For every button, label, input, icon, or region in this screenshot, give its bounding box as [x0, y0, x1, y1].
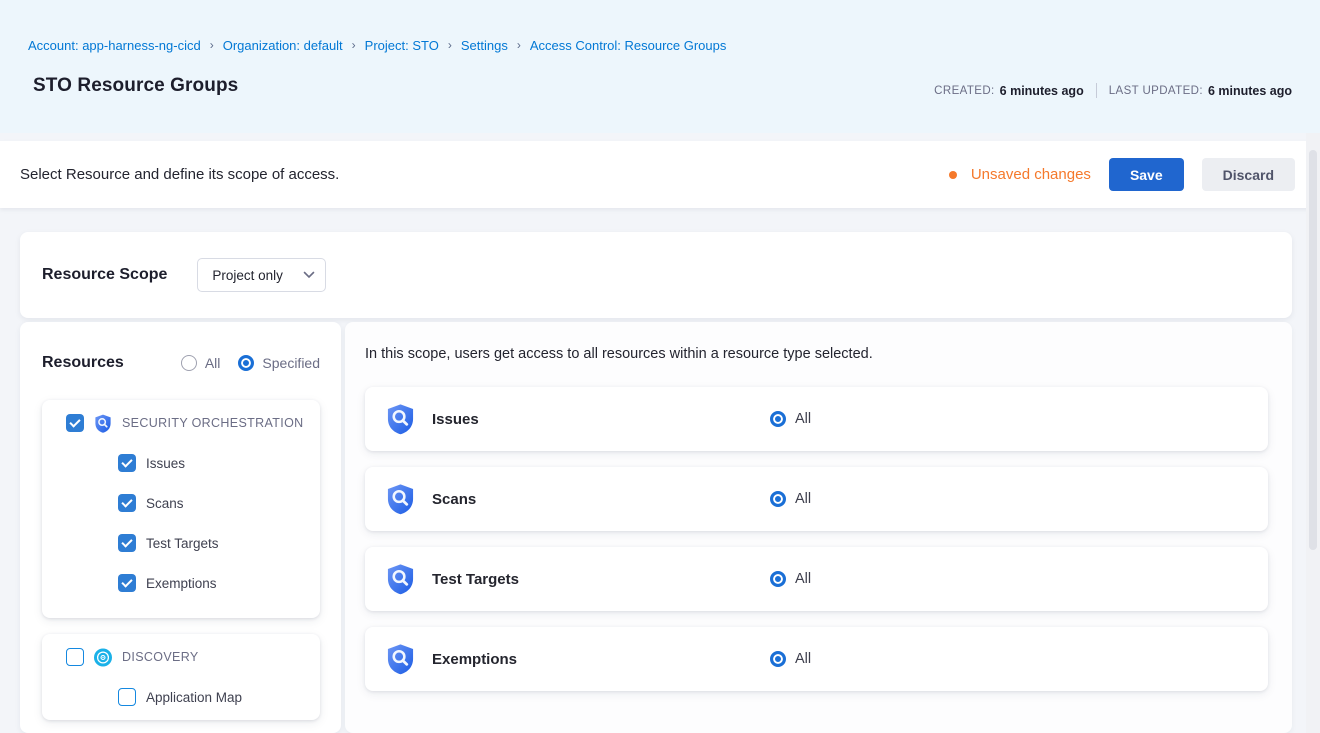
resource-child-row: Exemptions	[118, 572, 308, 594]
resource-cards: IssuesAllScansAllTest TargetsAllExemptio…	[365, 387, 1268, 691]
resource-type-card: Scans All	[365, 467, 1268, 531]
toolbar: Select Resource and define its scope of …	[0, 141, 1320, 208]
sto-shield-icon	[386, 643, 415, 675]
breadcrumb-link[interactable]: Organization: default	[223, 38, 343, 54]
resource-type-label: Issues	[432, 411, 770, 428]
breadcrumb-link[interactable]: Settings	[461, 38, 508, 54]
child-checkbox[interactable]	[118, 454, 136, 472]
child-checkbox[interactable]	[118, 534, 136, 552]
resource-child-row: Application Map	[118, 686, 308, 708]
radio-button[interactable]	[238, 355, 254, 371]
page-header: Account: app-harness-ng-cicd › Organizatio…	[0, 0, 1320, 133]
content-area: Resource Scope Project only Resources Al…	[0, 208, 1320, 733]
resource-group-header: SECURITY ORCHESTRATION	[54, 412, 308, 434]
resource-child-label[interactable]: Issues	[146, 456, 185, 471]
scope-detail-panel: In this scope, users get access to all r…	[345, 322, 1292, 733]
toolbar-description: Select Resource and define its scope of …	[20, 166, 949, 183]
scrollbar-track	[1306, 133, 1320, 733]
resource-child-row: Test Targets	[118, 532, 308, 554]
resource-type-label: Scans	[432, 491, 770, 508]
resource-type-card: Exemptions All	[365, 627, 1268, 691]
resource-scope-select[interactable]: Project only	[197, 258, 326, 292]
access-radio-button[interactable]	[770, 411, 786, 427]
access-radio-button[interactable]	[770, 571, 786, 587]
child-checkbox[interactable]	[118, 688, 136, 706]
resource-groups: SECURITY ORCHESTRATION Issues Scans Test Ta…	[42, 400, 320, 720]
access-label: All	[795, 651, 811, 667]
access-radio-button[interactable]	[770, 651, 786, 667]
meta-divider	[1096, 83, 1097, 98]
access-radio-button[interactable]	[770, 491, 786, 507]
resource-group-card: SECURITY ORCHESTRATION Issues Scans Test Ta…	[42, 400, 320, 618]
radio-label: Specified	[262, 355, 320, 371]
breadcrumb-separator-icon: ›	[210, 37, 214, 53]
unsaved-dot-icon	[949, 171, 957, 179]
resources-mode-option-all[interactable]: All	[181, 355, 221, 371]
created-value: 6 minutes ago	[1000, 84, 1084, 98]
unsaved-changes-indicator: Unsaved changes	[949, 166, 1091, 183]
resources-mode-option-specified[interactable]: Specified	[238, 355, 320, 371]
discard-button[interactable]: Discard	[1202, 158, 1295, 191]
resources-mode-radio-group: All Specified	[181, 355, 320, 371]
group-checkbox[interactable]	[66, 648, 84, 666]
panels: Resources All Specified SECURITY ORCHESTR…	[20, 322, 1292, 733]
unsaved-changes-label: Unsaved changes	[971, 166, 1091, 183]
access-radio-option[interactable]: All	[770, 411, 811, 427]
resources-title: Resources	[42, 354, 124, 372]
access-radio-option[interactable]: All	[770, 571, 811, 587]
resource-group-label[interactable]: SECURITY ORCHESTRATION	[122, 416, 304, 430]
sto-shield-icon	[386, 483, 415, 515]
breadcrumb-link[interactable]: Project: STO	[365, 38, 439, 54]
save-button[interactable]: Save	[1109, 158, 1184, 191]
resources-header: Resources All Specified	[42, 352, 320, 374]
radio-button[interactable]	[181, 355, 197, 371]
resource-scope-label: Resource Scope	[42, 266, 167, 284]
scope-description: In this scope, users get access to all r…	[365, 346, 1268, 363]
resource-child-label[interactable]: Scans	[146, 496, 184, 511]
breadcrumb-separator-icon: ›	[517, 37, 521, 53]
resource-scope-selected-value: Project only	[212, 268, 283, 283]
scrollbar-thumb[interactable]	[1309, 150, 1317, 550]
access-label: All	[795, 491, 811, 507]
last-updated-label: LAST UPDATED:	[1109, 85, 1203, 97]
access-label: All	[795, 571, 811, 587]
resource-type-label: Test Targets	[432, 571, 770, 588]
resource-child-label[interactable]: Application Map	[146, 690, 242, 705]
breadcrumb-separator-icon: ›	[352, 37, 356, 53]
radio-label: All	[205, 355, 221, 371]
last-updated-value: 6 minutes ago	[1208, 84, 1292, 98]
child-checkbox[interactable]	[118, 574, 136, 592]
resource-group-card: DISCOVERY Application Map	[42, 634, 320, 720]
resource-group-header: DISCOVERY	[54, 646, 308, 668]
created-label: CREATED:	[934, 85, 995, 97]
discovery-icon	[94, 648, 112, 667]
access-radio-option[interactable]: All	[770, 491, 811, 507]
breadcrumb-link[interactable]: Access Control: Resource Groups	[530, 38, 727, 54]
child-checkbox[interactable]	[118, 494, 136, 512]
chevron-down-icon	[303, 271, 315, 279]
sto-shield-icon	[386, 403, 415, 435]
resource-child-label[interactable]: Test Targets	[146, 536, 219, 551]
resources-sidebar: Resources All Specified SECURITY ORCHESTR…	[20, 322, 341, 733]
resource-scope-card: Resource Scope Project only	[20, 232, 1292, 318]
breadcrumb-link[interactable]: Account: app-harness-ng-cicd	[28, 38, 201, 54]
resource-child-label[interactable]: Exemptions	[146, 576, 217, 591]
group-checkbox[interactable]	[66, 414, 84, 432]
resource-group-label[interactable]: DISCOVERY	[122, 650, 199, 664]
header-meta: CREATED: 6 minutes ago LAST UPDATED: 6 m…	[934, 83, 1292, 98]
resource-child-row: Issues	[118, 452, 308, 474]
breadcrumb: Account: app-harness-ng-cicd › Organizatio…	[28, 38, 1292, 54]
sto-shield-icon	[94, 414, 112, 433]
resource-type-card: Test Targets All	[365, 547, 1268, 611]
access-radio-option[interactable]: All	[770, 651, 811, 667]
resource-type-label: Exemptions	[432, 651, 770, 668]
access-label: All	[795, 411, 811, 427]
resource-type-card: Issues All	[365, 387, 1268, 451]
sto-shield-icon	[386, 563, 415, 595]
breadcrumb-separator-icon: ›	[448, 37, 452, 53]
page: Account: app-harness-ng-cicd › Organizatio…	[0, 0, 1320, 733]
resource-child-row: Scans	[118, 492, 308, 514]
